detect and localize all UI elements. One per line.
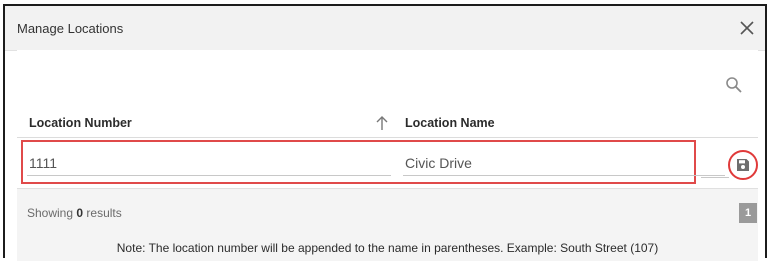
note-text: Note: The location number will be append… <box>116 241 659 255</box>
table-footer: Showing 0 results 1 Note: The location n… <box>17 188 758 261</box>
manage-locations-dialog: Manage Locations Location Number Locatio… <box>3 4 767 261</box>
result-count: 0 <box>76 206 84 220</box>
close-icon[interactable] <box>739 20 755 36</box>
field-underline <box>701 177 729 178</box>
header-divider-right <box>717 137 758 138</box>
search-icon[interactable] <box>725 76 743 94</box>
column-header-location-number[interactable]: Location Number <box>29 116 132 130</box>
save-button[interactable] <box>728 150 758 180</box>
dialog-title: Manage Locations <box>17 21 124 36</box>
results-count-text: Showing 0 results <box>27 206 122 220</box>
header-divider <box>17 137 717 138</box>
arrow-up-icon[interactable] <box>374 114 390 132</box>
location-name-input[interactable] <box>403 150 725 176</box>
location-number-input[interactable] <box>27 150 391 176</box>
page-1-button[interactable]: 1 <box>739 203 757 223</box>
column-header-location-name[interactable]: Location Name <box>405 116 495 130</box>
save-floppy-icon <box>737 159 749 171</box>
edit-row <box>21 140 725 184</box>
dialog-titlebar: Manage Locations <box>5 6 765 51</box>
locations-table: Location Number Location Name <box>17 50 758 188</box>
